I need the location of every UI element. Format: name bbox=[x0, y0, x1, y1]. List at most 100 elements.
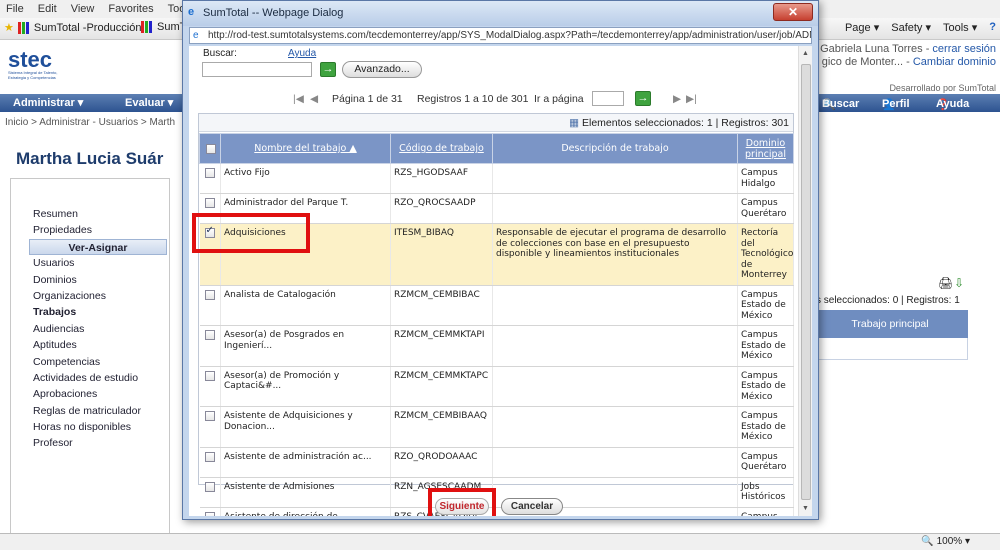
table-row[interactable]: Asesor(a) de Promoción y Captaci&#... RZM… bbox=[199, 366, 794, 407]
page-title: Martha Lucia Suár bbox=[16, 149, 164, 168]
job-domain: Campus Estado de México bbox=[737, 285, 794, 326]
next-button[interactable]: Siguiente bbox=[435, 498, 489, 515]
prev-page-icon[interactable]: ◀ bbox=[310, 93, 318, 105]
sidebar-item-organizaciones[interactable]: Organizaciones bbox=[11, 288, 169, 304]
job-name: Asistente de administración ac... bbox=[220, 447, 391, 478]
scroll-thumb[interactable] bbox=[801, 64, 811, 500]
row-checkbox[interactable] bbox=[204, 168, 215, 178]
menu-view[interactable]: View bbox=[71, 3, 95, 15]
export-icon[interactable]: ⇩ bbox=[954, 276, 964, 290]
favorites-star-icon: ★ bbox=[4, 22, 14, 34]
assigned-jobs-panel: 🖨 ⇩ s seleccionados: 0 | Registros: 1 Tr… bbox=[812, 268, 968, 360]
page-menu[interactable]: Page ▾ bbox=[845, 21, 879, 34]
table-row[interactable]: Analista de Catalogación RZMCM_CEMBIBAC Ca… bbox=[199, 285, 794, 326]
sidebar-item-actividades[interactable]: Actividades de estudio bbox=[11, 370, 169, 386]
job-domain: Jobs Históricos bbox=[737, 477, 794, 508]
job-code: RZS_HGODSAAF bbox=[390, 163, 493, 194]
column-header-name[interactable]: Nombre del trabajo ▲ bbox=[220, 133, 391, 164]
table-row[interactable]: Asistente de administración ac... RZO_QRO… bbox=[199, 447, 794, 478]
row-checkbox[interactable] bbox=[204, 481, 215, 492]
sidebar-item-trabajos[interactable]: Trabajos bbox=[11, 304, 169, 320]
scroll-down-icon[interactable]: ▼ bbox=[802, 505, 809, 512]
job-domain: Campus Hidalgo bbox=[737, 163, 794, 194]
menu-edit[interactable]: Edit bbox=[38, 3, 57, 15]
row-checkbox[interactable] bbox=[204, 198, 215, 208]
sidebar-item-profesor[interactable]: Profesor bbox=[11, 435, 169, 451]
select-all-header bbox=[199, 133, 221, 164]
next-page-icon[interactable]: ▶ bbox=[673, 93, 681, 105]
logout-link[interactable]: cerrar sesión bbox=[932, 43, 996, 55]
first-page-icon[interactable]: |◀ bbox=[293, 93, 304, 105]
table-row[interactable]: Asistente de Admisiones RZN_AGSESCAADM Job… bbox=[199, 477, 794, 508]
sidebar-item-aptitudes[interactable]: Aptitudes bbox=[11, 337, 169, 353]
job-code: RZO_QROCSAADP bbox=[390, 193, 493, 224]
jobs-table: ▦ Elementos seleccionados: 1 | Registros… bbox=[198, 113, 794, 516]
row-checkbox[interactable] bbox=[204, 370, 215, 381]
assigned-row bbox=[812, 338, 968, 360]
select-all-checkbox[interactable] bbox=[206, 143, 216, 154]
row-checkbox[interactable] bbox=[204, 411, 215, 421]
close-button[interactable]: ✕ bbox=[773, 3, 813, 21]
help-link[interactable]: Ayuda bbox=[288, 48, 316, 59]
table-row[interactable]: Asistente de Adquisiciones y Donacion...… bbox=[199, 406, 794, 448]
highlight-adquisiciones bbox=[192, 213, 310, 253]
job-description bbox=[492, 406, 738, 448]
last-page-icon[interactable]: ▶| bbox=[686, 93, 697, 105]
job-description: Responsable de ejecutar el programa de d… bbox=[492, 223, 738, 286]
nav-administrar[interactable]: Administrar ▾ bbox=[13, 96, 83, 109]
row-checkbox[interactable] bbox=[204, 289, 215, 300]
favorite-item[interactable]: ★ SumTotal -Producción bbox=[4, 21, 141, 34]
row-checkbox-cell bbox=[199, 406, 221, 448]
job-code: RZMCM_CEMMKTAPI bbox=[390, 325, 493, 367]
job-description bbox=[492, 163, 738, 194]
favorite-item-2[interactable]: SumT bbox=[141, 21, 186, 33]
sidebar-item-ver-asignar[interactable]: Ver-Asignar bbox=[29, 238, 167, 256]
page-number-input[interactable] bbox=[592, 91, 624, 106]
sidebar-item-reglas[interactable]: Reglas de matriculador bbox=[11, 403, 169, 419]
user-info: Gabriela Luna Torres - cerrar sesión gic… bbox=[820, 43, 996, 69]
search-go-button[interactable]: → bbox=[320, 62, 336, 77]
sidebar-item-audiencias[interactable]: Audiencias bbox=[11, 321, 169, 337]
row-checkbox[interactable] bbox=[204, 451, 215, 462]
sidebar-item-horas[interactable]: Horas no disponibles bbox=[11, 419, 169, 435]
menu-file[interactable]: File bbox=[6, 3, 24, 15]
selection-info: ▦ Elementos seleccionados: 1 | Registros… bbox=[199, 114, 793, 132]
goto-page-button[interactable]: → bbox=[635, 91, 651, 106]
change-domain-link[interactable]: Cambiar dominio bbox=[913, 56, 996, 68]
sidebar-item-usuarios[interactable]: Usuarios bbox=[11, 255, 169, 271]
job-domain: Campus Estado de México bbox=[737, 325, 794, 367]
table-row[interactable]: Asistente de dirección de administ...RZS… bbox=[199, 507, 794, 516]
print-icon[interactable]: 🖨 bbox=[938, 276, 953, 290]
row-checkbox[interactable] bbox=[204, 330, 215, 340]
safety-menu[interactable]: Safety ▾ bbox=[891, 21, 931, 34]
menu-favorites[interactable]: Favorites bbox=[108, 3, 153, 15]
nav-evaluar[interactable]: Evaluar ▾ bbox=[125, 96, 173, 109]
sidebar-item-competencias[interactable]: Competencias bbox=[11, 354, 169, 370]
table-row[interactable]: Asesor(a) de Posgrados en Ingenierí... RZ… bbox=[199, 325, 794, 367]
scroll-up-icon[interactable]: ▲ bbox=[802, 50, 809, 57]
row-checkbox[interactable] bbox=[204, 511, 215, 516]
assigned-stats: s seleccionados: 0 | Registros: 1 bbox=[816, 295, 960, 306]
advanced-button[interactable]: Avanzado... bbox=[342, 61, 422, 78]
column-header-code[interactable]: Código de trabajo bbox=[390, 133, 493, 164]
selected-items-icon[interactable]: ▦ bbox=[569, 117, 579, 129]
job-name: Asistente de Admisiones bbox=[220, 477, 391, 508]
column-header-domain[interactable]: Dominio principal bbox=[737, 133, 794, 164]
sidebar-item-propiedades[interactable]: Propiedades bbox=[11, 222, 169, 238]
dialog-titlebar: e SumTotal -- Webpage Dialog ✕ bbox=[183, 1, 818, 26]
breadcrumb: Inicio > Administrar - Usuarios > Marth bbox=[5, 117, 176, 128]
sidebar-item-dominios[interactable]: Dominios bbox=[11, 272, 169, 288]
cancel-button[interactable]: Cancelar bbox=[501, 498, 563, 515]
sidebar-item-aprobaciones[interactable]: Aprobaciones bbox=[11, 386, 169, 402]
zoom-level[interactable]: 🔍 100% ▾ bbox=[921, 536, 970, 547]
table-row[interactable]: Activo Fijo RZS_HGODSAAF Campus Hidalgo bbox=[199, 163, 794, 194]
search-input[interactable] bbox=[202, 62, 312, 77]
jobs-grid: Nombre del trabajo ▲ Código de trabajo D… bbox=[199, 133, 794, 516]
row-checkbox-cell bbox=[199, 477, 221, 508]
help-icon[interactable]: ? bbox=[989, 21, 996, 34]
logo-text: stec bbox=[8, 47, 53, 72]
sidebar-item-resumen[interactable]: Resumen bbox=[11, 206, 169, 222]
job-code: RZMCM_CEMMKTAPC bbox=[390, 366, 493, 407]
vertical-scrollbar[interactable]: ▲ ▼ bbox=[798, 46, 812, 516]
tools-menu[interactable]: Tools ▾ bbox=[943, 21, 977, 34]
